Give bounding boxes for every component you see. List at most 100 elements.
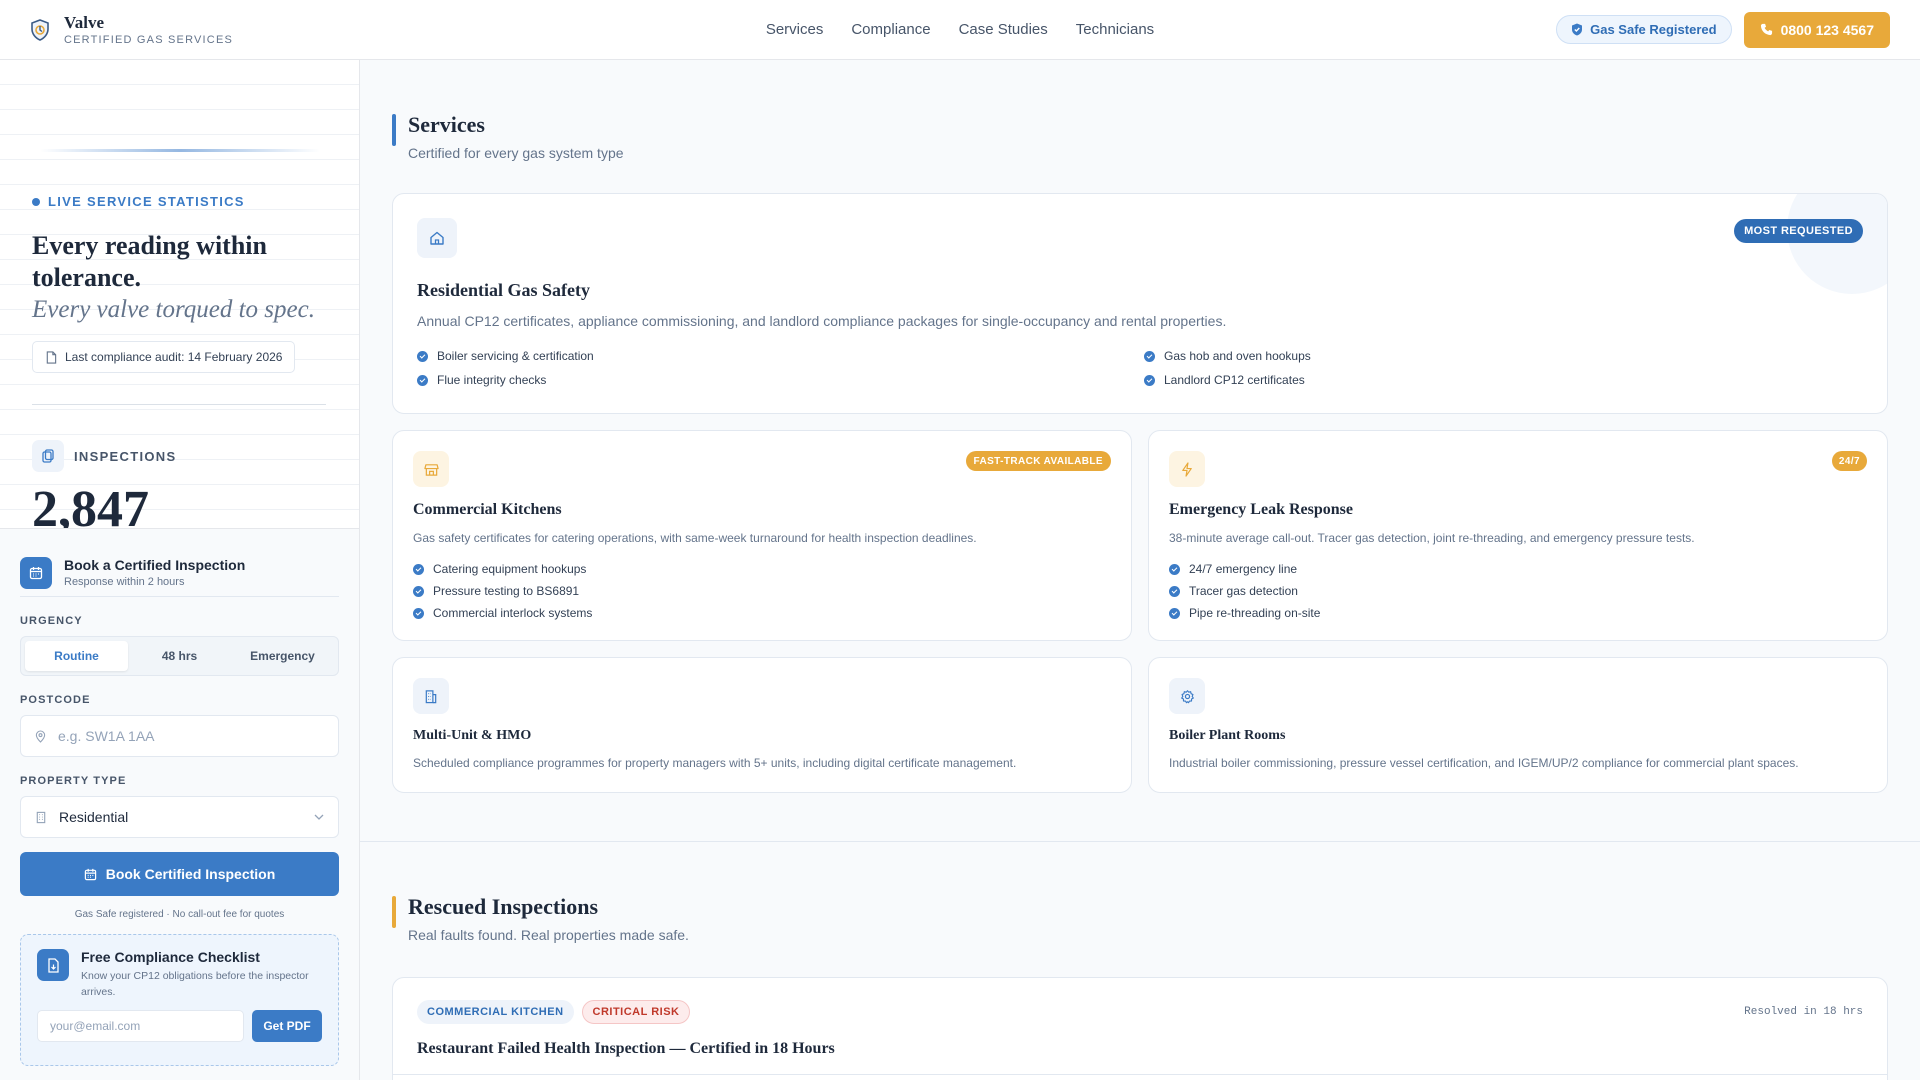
brand-tagline: CERTIFIED GAS SERVICES bbox=[64, 34, 234, 46]
phone-number: 0800 123 4567 bbox=[1780, 21, 1874, 38]
hero-tagline: Every valve torqued to spec. bbox=[32, 296, 315, 323]
nav-compliance[interactable]: Compliance bbox=[851, 21, 930, 38]
sidebar: LIVE SERVICE STATISTICS Every reading wi… bbox=[0, 60, 360, 1080]
calendar-icon bbox=[84, 868, 96, 880]
card-description: Gas safety certificates for catering ope… bbox=[413, 531, 977, 545]
24-7-badge: 24/7 bbox=[1831, 451, 1867, 471]
urgency-option-emergency[interactable]: Emergency bbox=[231, 641, 334, 671]
live-dot-icon bbox=[32, 197, 40, 206]
card-title: Boiler Plant Rooms bbox=[1169, 728, 1286, 743]
brand[interactable]: Valve CERTIFIED GAS SERVICES bbox=[30, 13, 430, 46]
feature-item: 24/7 emergency line bbox=[1169, 562, 1297, 576]
tag-commercial-kitchen: COMMERCIAL KITCHEN bbox=[417, 1000, 574, 1024]
section-accent-bar bbox=[392, 896, 396, 928]
feature-text: 24/7 emergency line bbox=[1189, 562, 1298, 576]
feature-text: Gas hob and oven hookups bbox=[1164, 349, 1311, 363]
case-study-card[interactable]: COMMERCIAL KITCHEN CRITICAL RISK Resolve… bbox=[392, 977, 1888, 1080]
rescued-title: Rescued Inspections bbox=[408, 894, 599, 919]
audit-chip: Last compliance audit: 14 February 2026 bbox=[32, 341, 296, 373]
store-icon bbox=[413, 451, 449, 487]
phone-icon bbox=[1760, 23, 1772, 36]
property-type-select[interactable]: Residential bbox=[20, 796, 339, 838]
case-tags: COMMERCIAL KITCHEN CRITICAL RISK bbox=[417, 1000, 691, 1024]
gas-safe-label: Gas Safe Registered bbox=[1590, 22, 1717, 37]
call-phone-button[interactable]: 0800 123 4567 bbox=[1743, 11, 1890, 48]
shield-check-icon bbox=[1572, 23, 1583, 36]
feature-item: Gas hob and oven hookups bbox=[1144, 349, 1311, 363]
booking-header: Book a Certified Inspection Response wit… bbox=[20, 529, 339, 597]
check-icon bbox=[1169, 563, 1180, 575]
service-card-multi-unit[interactable]: Multi-Unit & HMO Scheduled compliance pr… bbox=[392, 657, 1132, 793]
check-icon bbox=[417, 350, 428, 362]
checklist-title: Free Compliance Checklist bbox=[81, 949, 260, 965]
compliance-checklist-card: Free Compliance Checklist Know your CP12… bbox=[20, 934, 339, 1066]
feature-item: Pressure testing to BS6891 bbox=[413, 584, 579, 598]
check-icon bbox=[1144, 350, 1155, 362]
checklist-subtitle: Know your CP12 obligations before the in… bbox=[81, 970, 309, 998]
section-accent-bar bbox=[392, 114, 396, 146]
case-title: Restaurant Failed Health Inspection — Ce… bbox=[417, 1040, 835, 1057]
calendar-icon bbox=[20, 556, 52, 589]
inspections-count: 2,847 bbox=[32, 481, 149, 528]
book-inspection-button[interactable]: Book Certified Inspection bbox=[20, 852, 339, 896]
feature-text: Tracer gas detection bbox=[1189, 584, 1298, 598]
nav-technicians[interactable]: Technicians bbox=[1076, 21, 1154, 38]
gear-icon bbox=[1169, 678, 1205, 714]
card-description: Annual CP12 certificates, appliance comm… bbox=[417, 313, 1227, 329]
service-card-residential[interactable]: MOST REQUESTED Residential Gas Safety An… bbox=[392, 193, 1888, 414]
divider bbox=[32, 404, 326, 405]
services-subtitle: Certified for every gas system type bbox=[408, 145, 624, 161]
property-type-value: Residential bbox=[59, 809, 129, 825]
most-requested-badge: MOST REQUESTED bbox=[1734, 219, 1863, 243]
book-inspection-label: Book Certified Inspection bbox=[105, 866, 276, 882]
feature-item: Tracer gas detection bbox=[1169, 584, 1298, 598]
feature-item: Flue integrity checks bbox=[417, 373, 546, 387]
rescued-section-header: Rescued Inspections Real faults found. R… bbox=[392, 894, 689, 943]
get-pdf-button[interactable]: Get PDF bbox=[252, 1010, 322, 1042]
gas-safe-badge: Gas Safe Registered bbox=[1556, 15, 1732, 44]
feature-item: Pipe re-threading on-site bbox=[1169, 606, 1320, 620]
service-card-commercial-kitchens[interactable]: FAST-TRACK AVAILABLE Commercial Kitchens… bbox=[392, 430, 1132, 641]
booking-subtitle: Response within 2 hours bbox=[64, 576, 185, 588]
urgency-option-routine[interactable]: Routine bbox=[25, 641, 128, 671]
home-icon bbox=[417, 218, 457, 258]
document-icon bbox=[46, 350, 57, 364]
audit-text: Last compliance audit: 14 February 2026 bbox=[65, 350, 283, 364]
check-icon bbox=[413, 607, 424, 619]
postcode-input[interactable] bbox=[58, 728, 324, 744]
section-divider bbox=[360, 841, 1920, 842]
nav-services[interactable]: Services bbox=[766, 21, 824, 38]
check-icon bbox=[1169, 585, 1180, 597]
check-icon bbox=[413, 585, 424, 597]
urgency-label: URGENCY bbox=[20, 615, 83, 627]
feature-text: Boiler servicing & certification bbox=[437, 349, 594, 363]
feature-item: Boiler servicing & certification bbox=[417, 349, 594, 363]
feature-item: Catering equipment hookups bbox=[413, 562, 586, 576]
booking-title: Book a Certified Inspection bbox=[64, 557, 246, 573]
booking-form: Book a Certified Inspection Response wit… bbox=[0, 528, 359, 1080]
file-download-icon bbox=[37, 949, 69, 981]
service-card-boiler-plant[interactable]: Boiler Plant Rooms Industrial boiler com… bbox=[1148, 657, 1888, 793]
brand-name: Valve bbox=[64, 13, 104, 32]
signal-wave-decoration bbox=[40, 149, 320, 152]
top-navigation-bar: Valve CERTIFIED GAS SERVICES Services Co… bbox=[0, 0, 1920, 60]
map-pin-icon bbox=[35, 729, 46, 743]
card-title: Emergency Leak Response bbox=[1169, 501, 1353, 518]
clipboard-icon bbox=[32, 440, 64, 472]
building-icon bbox=[413, 678, 449, 714]
checklist-form: Get PDF bbox=[37, 1010, 322, 1042]
chevron-down-icon bbox=[314, 814, 324, 820]
services-title: Services bbox=[408, 112, 485, 137]
checklist-email-input[interactable] bbox=[37, 1010, 244, 1042]
tag-critical-risk: CRITICAL RISK bbox=[581, 1000, 691, 1024]
card-description: Industrial boiler commissioning, pressur… bbox=[1169, 756, 1799, 770]
inspections-label-text: INSPECTIONS bbox=[74, 448, 177, 464]
live-statistics-label: LIVE SERVICE STATISTICS bbox=[32, 194, 245, 209]
check-icon bbox=[1144, 374, 1155, 386]
feature-item: Landlord CP12 certificates bbox=[1144, 373, 1305, 387]
nav-case-studies[interactable]: Case Studies bbox=[959, 21, 1048, 38]
service-card-emergency-leak[interactable]: 24/7 Emergency Leak Response 38-minute a… bbox=[1148, 430, 1888, 641]
main-content: Services Certified for every gas system … bbox=[360, 60, 1920, 1080]
rescued-subtitle: Real faults found. Real properties made … bbox=[408, 927, 689, 943]
urgency-option-48hrs[interactable]: 48 hrs bbox=[128, 641, 231, 671]
